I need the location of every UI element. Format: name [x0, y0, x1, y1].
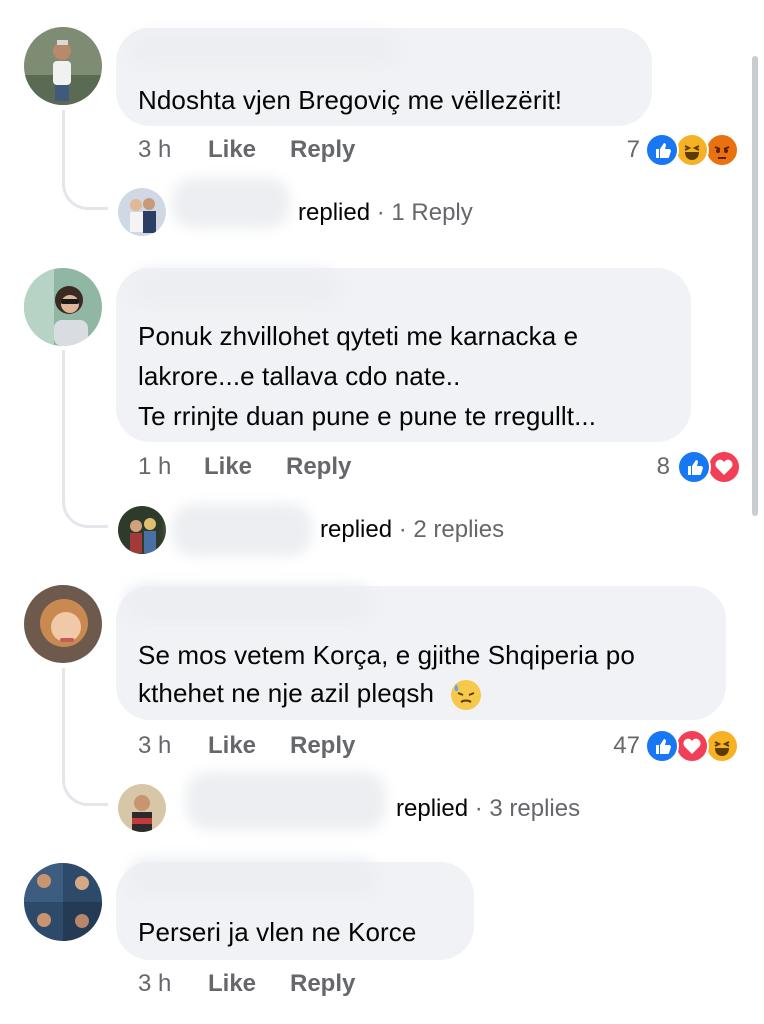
reaction-count[interactable]: 7 — [600, 136, 640, 164]
reaction-count[interactable]: 47 — [590, 732, 640, 760]
comment-text-line-1: Se mos vetem Korça, e gjithe Shqiperia p… — [138, 640, 635, 670]
author-name-redacted[interactable] — [124, 584, 374, 622]
love-icon[interactable] — [675, 729, 709, 763]
haha-icon[interactable] — [705, 729, 739, 763]
replier-name-redacted[interactable] — [172, 504, 312, 556]
like-button[interactable]: Like — [208, 970, 256, 998]
thread-connector — [62, 488, 108, 528]
comment-text-line-1: Ponuk zhvillohet qyteti me karnacka e — [138, 321, 579, 351]
reaction-count[interactable]: 8 — [630, 453, 670, 481]
replies-link[interactable]: replied · 2 replies — [320, 516, 504, 544]
replies-link[interactable]: replied · 1 Reply — [298, 199, 473, 227]
reply-avatar[interactable] — [118, 784, 166, 832]
replies-link[interactable]: replied · 3 replies — [396, 795, 580, 823]
thread-connector — [62, 766, 108, 806]
reply-button[interactable]: Reply — [290, 732, 355, 760]
replied-label: replied — [298, 199, 371, 226]
comment-text-line-2: kthehet ne nje azil pleqsh — [138, 674, 483, 712]
thread-connector — [62, 170, 108, 210]
avatar[interactable] — [24, 585, 102, 663]
angry-icon[interactable] — [705, 133, 739, 167]
comment-text-line-3: Te rrinjte duan pune e pune te rregullt.… — [138, 401, 597, 431]
comment-text-line-2: lakrore...e tallava cdo nate.. — [138, 361, 461, 391]
comment-time[interactable]: 3 h — [138, 970, 171, 998]
like-button[interactable]: Like — [204, 453, 252, 481]
replied-label: replied — [396, 795, 469, 822]
like-icon[interactable] — [677, 450, 711, 484]
comment-text: Ndoshta vjen Bregoviç me vëllezërit! — [138, 85, 563, 115]
avatar[interactable] — [24, 27, 102, 105]
sweat-emoji-icon — [449, 678, 483, 712]
thread-line — [62, 110, 65, 170]
separator-dot: · — [474, 795, 483, 822]
reply-button[interactable]: Reply — [286, 453, 351, 481]
like-button[interactable]: Like — [208, 136, 256, 164]
like-icon[interactable] — [645, 133, 679, 167]
separator-dot: · — [376, 199, 385, 226]
avatar[interactable] — [24, 268, 102, 346]
comment-text: Perseri ja vlen ne Korce — [138, 917, 417, 947]
avatar[interactable] — [24, 863, 102, 941]
comment-time[interactable]: 1 h — [138, 453, 171, 481]
reply-count: 1 Reply — [391, 199, 473, 226]
separator-dot: · — [398, 516, 407, 543]
love-icon[interactable] — [707, 450, 741, 484]
reply-avatar[interactable] — [118, 188, 166, 236]
thread-line — [62, 668, 65, 768]
thread-line — [62, 350, 65, 488]
reply-button[interactable]: Reply — [290, 970, 355, 998]
replier-name-redacted[interactable] — [186, 772, 386, 830]
comment-text-line-2-text: kthehet ne nje azil pleqsh — [138, 678, 435, 708]
comment-time[interactable]: 3 h — [138, 136, 171, 164]
scrollbar[interactable] — [752, 56, 758, 516]
comment-time[interactable]: 3 h — [138, 732, 171, 760]
like-button[interactable]: Like — [208, 732, 256, 760]
like-icon[interactable] — [645, 729, 679, 763]
author-name-redacted[interactable] — [128, 32, 398, 66]
reply-count: 2 replies — [413, 516, 505, 543]
haha-icon[interactable] — [675, 133, 709, 167]
reply-avatar[interactable] — [118, 506, 166, 554]
replier-name-redacted[interactable] — [172, 178, 290, 228]
replied-label: replied — [320, 516, 393, 543]
author-name-redacted[interactable] — [128, 858, 378, 896]
author-name-redacted[interactable] — [130, 268, 340, 306]
reply-count: 3 replies — [489, 795, 581, 822]
reply-button[interactable]: Reply — [290, 136, 355, 164]
